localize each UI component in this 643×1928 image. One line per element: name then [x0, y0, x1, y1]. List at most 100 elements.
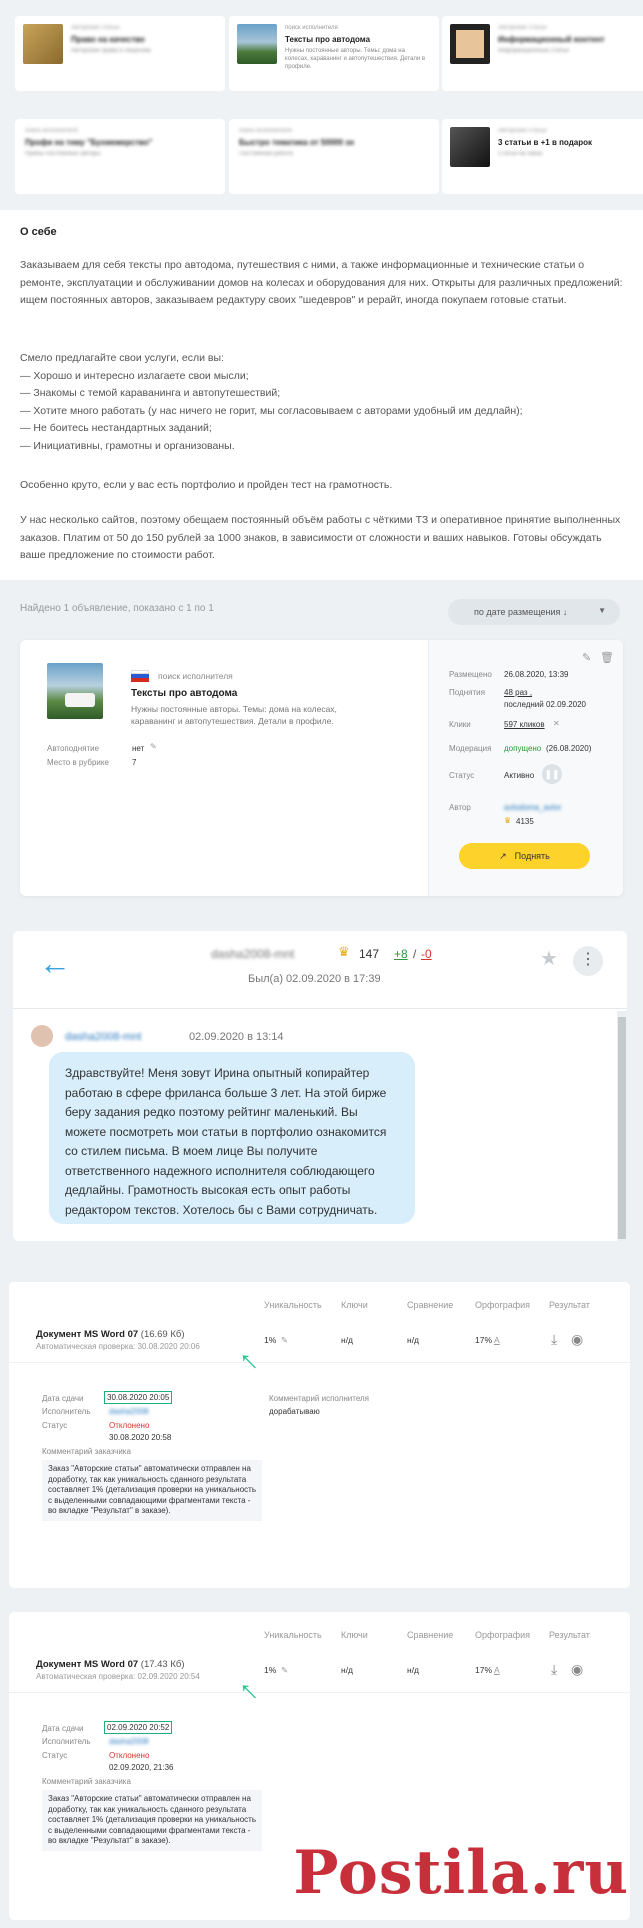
ad-title: 3 статьи в +1 в подарок — [498, 138, 593, 147]
customer-comment: Заказ "Авторские статьи" автоматически о… — [42, 1790, 262, 1851]
flag-icon — [131, 670, 149, 682]
executor-comment: дорабатываю — [269, 1407, 320, 1416]
trash-icon[interactable]: 🗑 — [600, 651, 614, 664]
edit-icon[interactable]: ✎ — [281, 1665, 288, 1676]
sort-dropdown[interactable]: по дате размещения ↓ ▼ — [448, 599, 620, 625]
download-icon[interactable]: ⤓ — [551, 1331, 557, 1348]
about-list: Смело предлагайте свои услуги, если вы: … — [20, 352, 523, 452]
customer-comment: Заказ "Авторские статьи" автоматически о… — [42, 1460, 262, 1521]
edit-icon[interactable]: ✎ — [582, 651, 591, 664]
about-section: О себе Заказываем для себя тексты про ав… — [0, 210, 643, 580]
spelling-icon[interactable]: A — [494, 1665, 500, 1675]
pencil-icon[interactable]: ✎ — [150, 742, 157, 751]
listing-status: Активно — [504, 771, 535, 780]
chevron-down-icon: ▼ — [598, 606, 606, 615]
message-author[interactable]: dasha2008-mnt — [65, 1031, 141, 1043]
ad-description: Информационные статьи — [498, 48, 569, 54]
eye-icon[interactable]: ◉ — [571, 1661, 583, 1678]
more-menu-icon[interactable]: ⋮ — [573, 946, 603, 976]
author-link[interactable]: avtodoma_avtor — [504, 803, 561, 812]
spelling-icon[interactable]: A — [494, 1335, 500, 1345]
moderation-status: допущено — [504, 744, 542, 753]
ad-description: Нужны постоянные авторы — [25, 151, 101, 157]
auto-check: Автоматическая проверка: 02.09.2020 20:5… — [36, 1672, 200, 1681]
submit-date: 30.08.2020 20:05 — [104, 1391, 173, 1404]
about-paragraph: У нас несколько сайтов, поэтому обещаем … — [20, 514, 621, 561]
arrow-up-right-icon: ↗ — [499, 851, 507, 861]
autoraise-value: нет — [132, 744, 145, 753]
ad-category: поиск исполнителя — [25, 128, 78, 134]
uniqueness-value[interactable]: 1% — [264, 1335, 276, 1345]
highlight-arrow-icon: ↑ — [231, 1343, 266, 1378]
related-ad-card[interactable]: Авторские статьи 3 статьи в +1 в подарок… — [442, 119, 643, 194]
listing-description: Нужны постоянные авторы. Темы: дома на к… — [131, 704, 337, 726]
listing-title[interactable]: Тексты про автодома — [131, 688, 237, 699]
listing-category: поиск исполнителя — [158, 671, 233, 681]
clicks-link[interactable]: 597 кликов — [504, 720, 545, 729]
ad-category: поиск исполнителя — [285, 25, 338, 31]
ad-title: Право на качество — [71, 35, 145, 44]
related-ad-card[interactable]: Авторские статьи Право на качество Автор… — [15, 16, 225, 91]
ad-description: Нужны постоянные авторы. Темы: дома на к… — [285, 48, 426, 70]
chat-header: ← dasha2008-mnt ♛ 147 +8 / -0 Был(а) 02.… — [13, 931, 627, 1009]
crown-icon: ♛ — [504, 816, 512, 825]
ad-category: поиск исполнителя — [239, 128, 292, 134]
ad-title: Тексты про автодома — [285, 35, 371, 44]
pause-icon[interactable]: ❚❚ — [542, 764, 562, 784]
scrollbar[interactable] — [617, 1011, 627, 1241]
back-arrow-icon[interactable]: ← — [39, 945, 71, 982]
close-icon[interactable]: ✕ — [553, 719, 560, 728]
chat-panel: ← dasha2008-mnt ♛ 147 +8 / -0 Был(а) 02.… — [13, 931, 627, 1241]
ad-thumbnail — [237, 24, 277, 64]
negative-reviews[interactable]: -0 — [421, 947, 432, 961]
executor-link[interactable]: dasha2008 — [109, 1407, 149, 1416]
executor-link[interactable]: dasha2008 — [109, 1737, 149, 1746]
watermark-logo: Postila.ru — [293, 1838, 629, 1908]
related-ad-card[interactable]: поиск исполнителя Профи на тему "Бухмеже… — [15, 119, 225, 194]
highlight-arrow-icon: ↑ — [231, 1673, 266, 1708]
doc-status: Отклонено — [109, 1421, 150, 1430]
doc-status: Отклонено — [109, 1751, 150, 1760]
document-card: Уникальность Ключи Сравнение Орфография … — [9, 1282, 630, 1588]
ad-description: Статьи на заказ — [498, 151, 543, 157]
download-icon[interactable]: ⤓ — [551, 1661, 557, 1678]
raises-link[interactable]: 48 раз , — [504, 688, 532, 697]
uniqueness-value[interactable]: 1% — [264, 1665, 276, 1675]
place-value: 7 — [132, 758, 137, 767]
ad-category: Авторские статьи — [498, 128, 547, 134]
edit-icon[interactable]: ✎ — [281, 1335, 288, 1346]
ad-thumbnail — [450, 127, 490, 167]
auto-check: Автоматическая проверка: 30.08.2020 20:0… — [36, 1342, 200, 1351]
avatar[interactable] — [31, 1025, 53, 1047]
document-name[interactable]: Документ MS Word 07 — [36, 1659, 138, 1670]
star-icon[interactable]: ★ — [540, 946, 558, 971]
related-ad-card[interactable]: Авторские статьи Информационный контент … — [442, 16, 643, 91]
ad-thumbnail — [23, 24, 63, 64]
about-title: О себе — [20, 226, 57, 238]
related-ad-card[interactable]: поиск исполнителя Тексты про автодома Ну… — [229, 16, 439, 91]
spelling-value[interactable]: 17% — [475, 1665, 492, 1675]
message-time: 02.09.2020 в 13:14 — [189, 1031, 284, 1043]
ad-title: Информационный контент — [498, 35, 605, 44]
related-ad-card[interactable]: поиск исполнителя Быстро тематика от 500… — [229, 119, 439, 194]
listing-card: поиск исполнителя Тексты про автодома Ну… — [20, 640, 623, 896]
positive-reviews[interactable]: +8 — [394, 947, 408, 961]
ad-title: Быстро тематика от 50000 зн — [239, 138, 355, 147]
user-rating: 147 — [359, 947, 380, 961]
related-ads-section: Авторские статьи Право на качество Автор… — [0, 0, 643, 210]
ad-description: Авторские права и лицензии — [71, 48, 151, 54]
raise-button[interactable]: ↗ Поднять — [459, 843, 590, 869]
eye-icon[interactable]: ◉ — [571, 1331, 583, 1348]
crown-icon: ♛ — [338, 944, 350, 959]
chat-username[interactable]: dasha2008-mnt — [211, 947, 294, 961]
ad-description: Постоянная работа — [239, 151, 294, 157]
ad-category: Авторские статьи — [71, 25, 120, 31]
message-bubble: Здравствуйте! Меня зовут Ирина опытный к… — [49, 1052, 415, 1224]
listing-thumbnail[interactable] — [47, 663, 103, 719]
last-seen: Был(а) 02.09.2020 в 17:39 — [248, 973, 381, 985]
submit-date: 02.09.2020 20:52 — [104, 1721, 173, 1734]
ad-category: Авторские статьи — [498, 25, 547, 31]
about-paragraph: Заказываем для себя тексты про автодома,… — [20, 259, 623, 306]
document-name[interactable]: Документ MS Word 07 — [36, 1329, 138, 1340]
spelling-value[interactable]: 17% — [475, 1335, 492, 1345]
